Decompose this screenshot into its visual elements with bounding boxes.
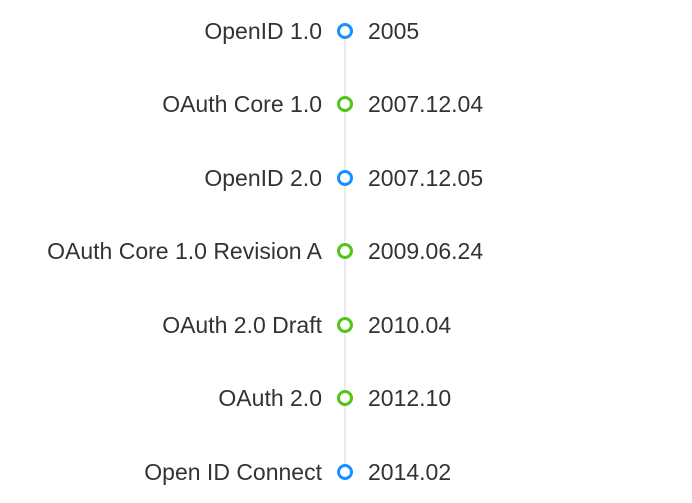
timeline-dot-icon [337,243,353,259]
timeline-item-openid-2: OpenID 2.0 2007.12.05 [0,163,692,193]
timeline-item-oauth-2: OAuth 2.0 2012.10 [0,383,692,413]
timeline-item-label: OAuth Core 1.0 Revision A [47,238,322,264]
timeline-item-label: OAuth 2.0 [218,385,322,411]
timeline-dot-icon [337,23,353,39]
timeline-item-openid-1: OpenID 1.0 2005 [0,16,692,46]
timeline-item-date: 2010.04 [368,312,452,338]
timeline-dot-icon [337,464,353,480]
timeline: OpenID 1.0 2005 OAuth Core 1.0 2007.12.0… [0,0,692,503]
timeline-dot-icon [337,96,353,112]
timeline-dot-icon [337,390,353,406]
timeline-item-label: OAuth 2.0 Draft [162,312,322,338]
timeline-item-label: OpenID 1.0 [204,18,322,44]
timeline-item-label: OpenID 2.0 [204,165,322,191]
timeline-item-openid-connect: Open ID Connect 2014.02 [0,457,692,487]
timeline-dot-icon [337,170,353,186]
timeline-item-oauth-2-draft: OAuth 2.0 Draft 2010.04 [0,310,692,340]
timeline-item-label: Open ID Connect [144,459,322,485]
timeline-item-label: OAuth Core 1.0 [162,91,322,117]
timeline-item-oauth-core-1: OAuth Core 1.0 2007.12.04 [0,89,692,119]
timeline-item-date: 2012.10 [368,385,452,411]
timeline-item-date: 2007.12.04 [368,91,484,117]
timeline-item-date: 2014.02 [368,459,452,485]
timeline-dot-icon [337,317,353,333]
timeline-item-date: 2005 [368,18,420,44]
timeline-item-date: 2007.12.05 [368,165,484,191]
timeline-item-oauth-core-1-rev-a: OAuth Core 1.0 Revision A 2009.06.24 [0,236,692,266]
timeline-item-date: 2009.06.24 [368,238,484,264]
